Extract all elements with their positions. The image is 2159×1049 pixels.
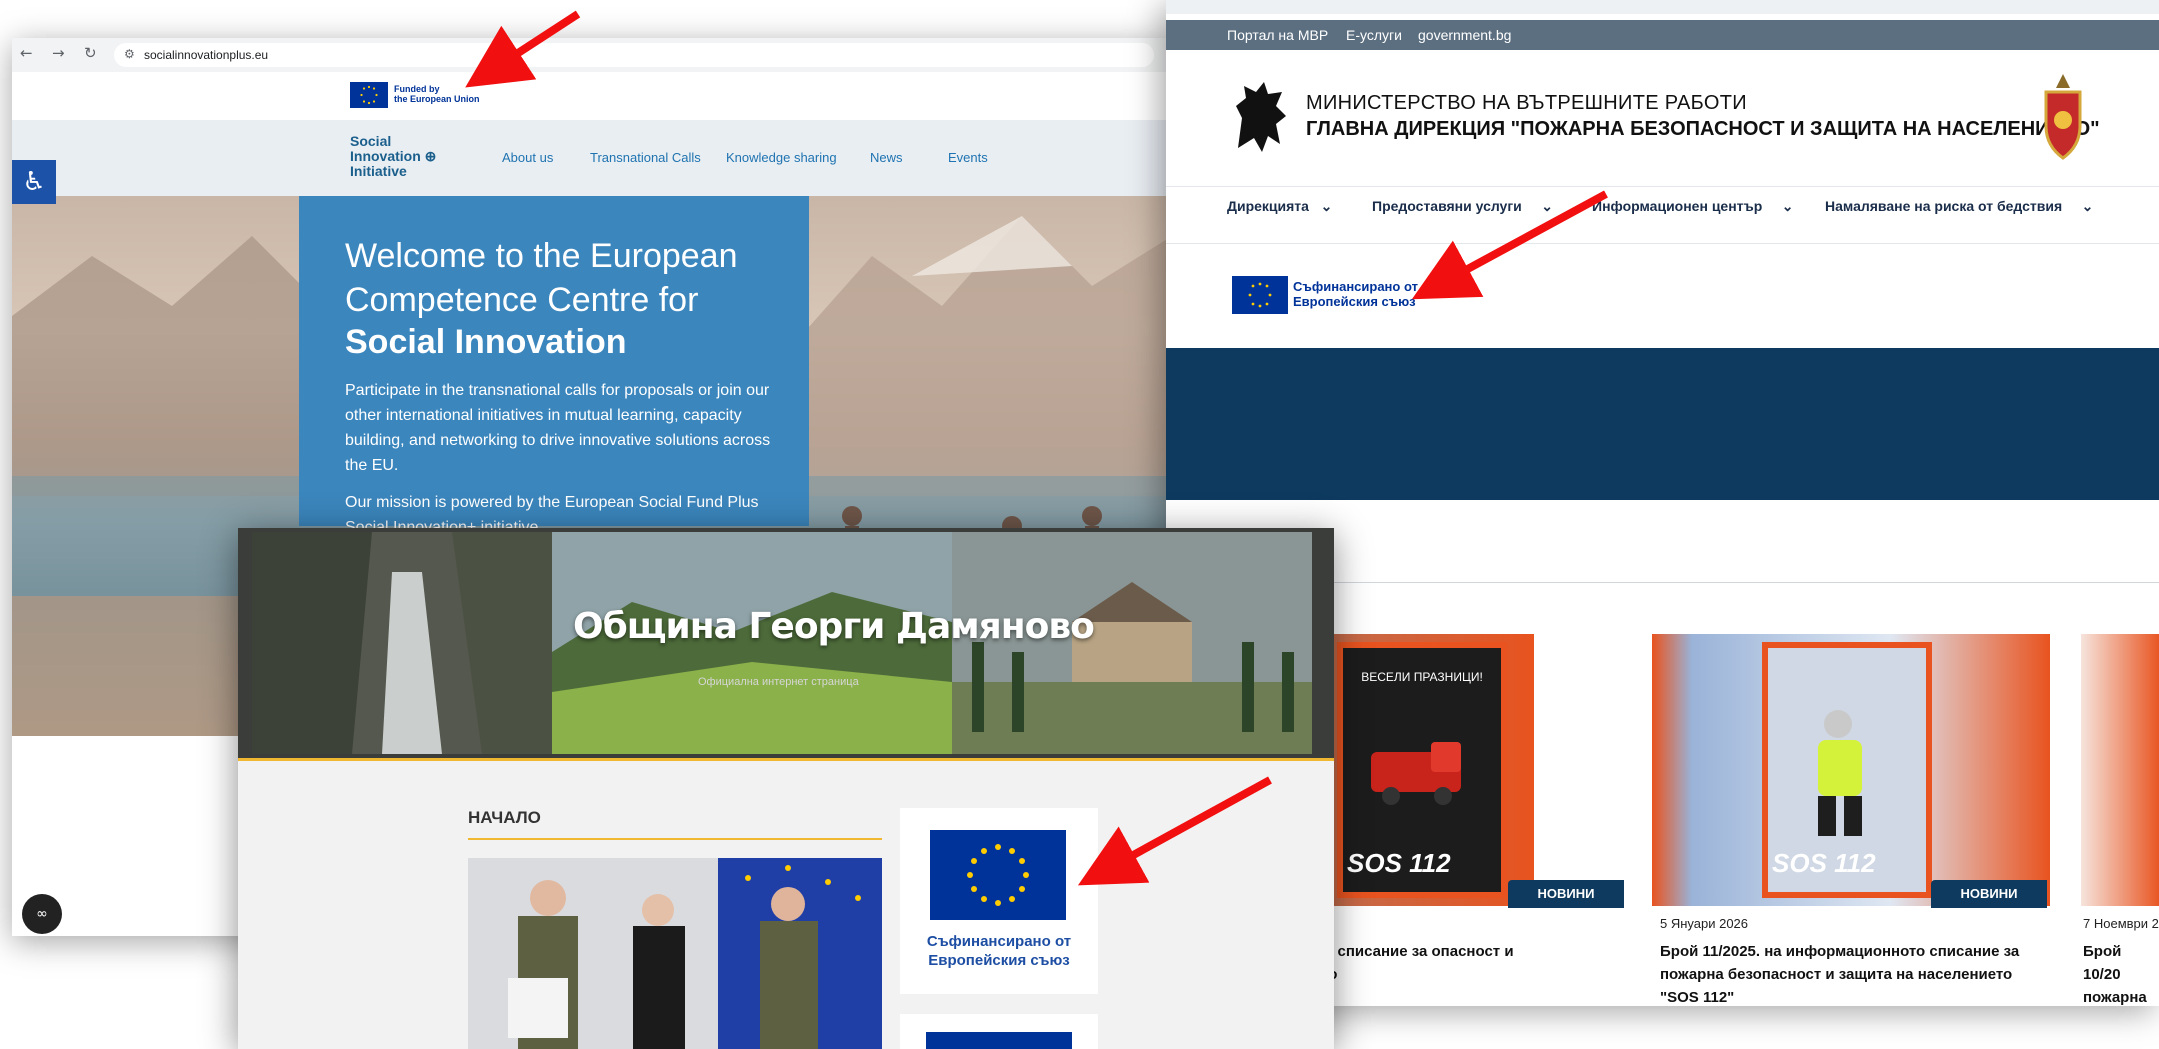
annotation-arrows [465,10,1608,886]
arrow-to-funded-by [465,10,581,88]
arrow-to-damyanovo-cofunded [1077,776,1272,886]
arrow-to-mvr-cofunded [1411,190,1608,300]
